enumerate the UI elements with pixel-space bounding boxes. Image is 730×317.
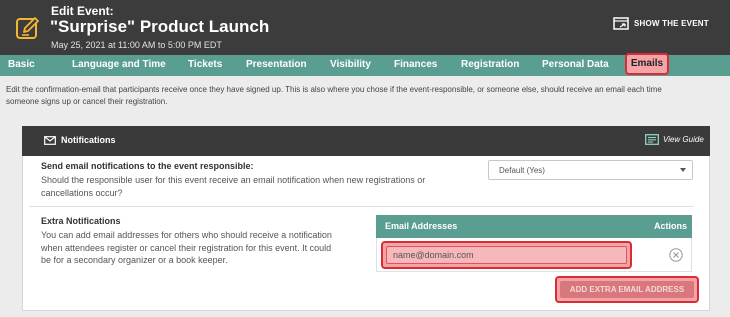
edit-event-label: Edit Event: (51, 4, 114, 18)
view-guide-link[interactable]: View Guide (645, 134, 704, 145)
tab-finances[interactable]: Finances (394, 59, 437, 70)
extra-notifications-description: You can add email addresses for others w… (41, 229, 332, 267)
guide-icon (645, 134, 659, 145)
tab-language-and-time[interactable]: Language and Time (72, 59, 166, 70)
responsible-notification-label: Send email notifications to the event re… (41, 161, 254, 171)
edit-event-icon (16, 17, 39, 39)
description-line: You can add email addresses for others w… (41, 230, 332, 240)
email-addresses-column-header: Email Addresses (385, 221, 458, 231)
external-window-icon (613, 16, 629, 30)
extra-email-input[interactable]: name@domain.com (386, 246, 627, 264)
settings-tabs: Basic Language and Time Tickets Presenta… (0, 55, 730, 76)
dropdown-arrow-icon (680, 168, 686, 172)
tab-personal-data[interactable]: Personal Data (542, 59, 609, 70)
extra-notifications-label: Extra Notifications (41, 216, 121, 226)
description-line: when attendees register or cancel their … (41, 242, 332, 253)
envelope-icon (44, 136, 56, 145)
description-line: someone signs up or cancel their registr… (6, 97, 168, 106)
description-line: Edit the confirmation-email that partici… (6, 85, 662, 94)
actions-column-header: Actions (653, 221, 687, 231)
responsible-notification-description: Should the responsible user for this eve… (41, 174, 425, 199)
view-guide-label: View Guide (663, 135, 704, 144)
event-title: "Surprise" Product Launch (50, 17, 270, 36)
tab-visibility[interactable]: Visibility (330, 59, 371, 70)
tab-emails[interactable]: Emails (625, 53, 669, 75)
extra-email-input-highlight: name@domain.com (381, 241, 632, 269)
add-extra-email-button[interactable]: ADD EXTRA EMAIL ADDRESS (555, 276, 699, 303)
tab-presentation[interactable]: Presentation (246, 59, 307, 70)
description-line: be for a secondary organizer or a book k… (41, 255, 228, 265)
email-table-header: Email Addresses Actions (376, 215, 692, 238)
event-date: May 25, 2021 at 11:00 AM to 5:00 PM EDT (51, 40, 222, 50)
show-event-button[interactable]: SHOW THE EVENT (613, 15, 709, 31)
tab-basic[interactable]: Basic (8, 59, 35, 70)
event-header: Edit Event: "Surprise" Product Launch Ma… (0, 0, 730, 55)
tab-tickets[interactable]: Tickets (188, 59, 222, 70)
add-extra-email-label: ADD EXTRA EMAIL ADDRESS (560, 281, 694, 298)
page-description: Edit the confirmation-email that partici… (6, 84, 721, 108)
description-line: cancellations occur? (41, 187, 123, 198)
notifications-title: Notifications (61, 135, 116, 145)
section-divider (29, 206, 694, 207)
show-event-label: SHOW THE EVENT (634, 18, 709, 28)
responsible-notification-select[interactable]: Default (Yes) (488, 160, 693, 180)
description-line: Should the responsible user for this eve… (41, 175, 426, 185)
select-value: Default (Yes) (499, 166, 545, 175)
remove-email-icon[interactable] (669, 248, 683, 262)
tab-registration[interactable]: Registration (461, 59, 519, 70)
notifications-panel-header: Notifications View Guide (22, 126, 710, 156)
